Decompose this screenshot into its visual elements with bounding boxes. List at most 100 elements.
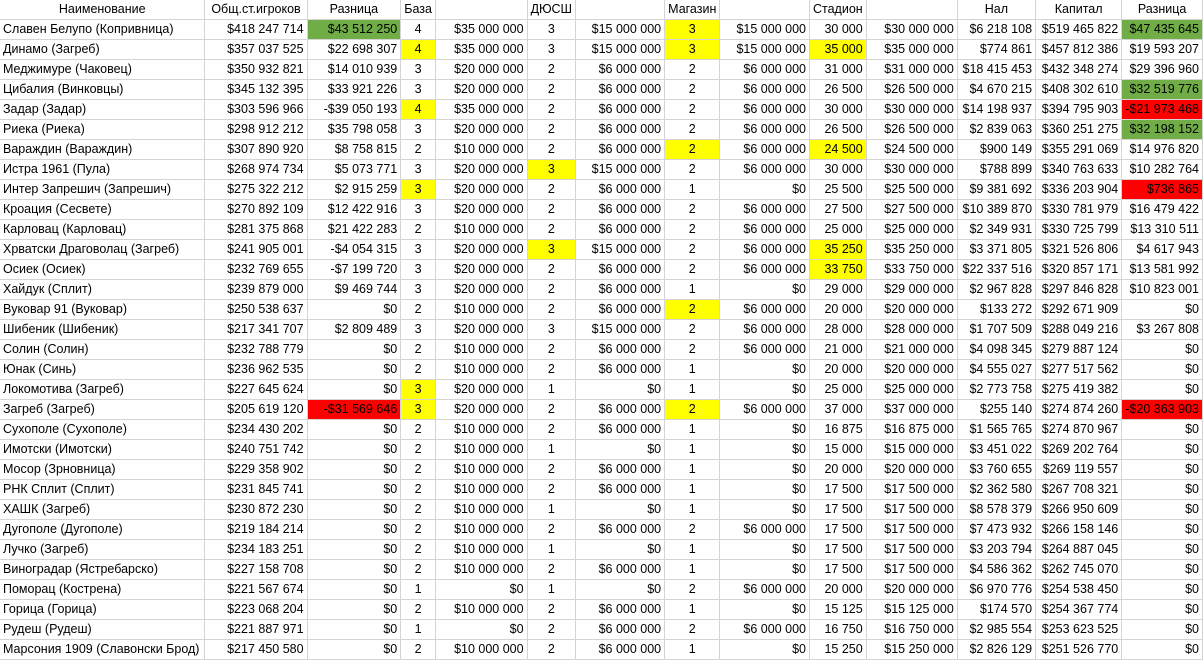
cell-capital[interactable]: $297 846 828 [1035, 279, 1123, 300]
cell-youth-level[interactable]: 2 [527, 339, 577, 360]
cell-shop-level[interactable]: 1 [664, 479, 721, 500]
cell-diff[interactable]: $35 798 058 [307, 119, 402, 140]
cell-diff-total[interactable]: $47 435 645 [1121, 19, 1203, 40]
cell-base-cost[interactable]: $20 000 000 [435, 399, 528, 420]
cell-diff[interactable]: $0 [307, 499, 402, 520]
cell-base-cost[interactable]: $10 000 000 [435, 139, 528, 160]
cell-base-level[interactable]: 1 [400, 579, 436, 600]
cell-youth-cost[interactable]: $6 000 000 [575, 79, 666, 100]
cell-capital[interactable]: $254 367 774 [1035, 599, 1123, 620]
cell-youth-level[interactable]: 1 [527, 579, 577, 600]
cell-capital[interactable]: $253 623 525 [1035, 619, 1123, 640]
cell-cash[interactable]: $255 140 [957, 399, 1037, 420]
cell-cash[interactable]: $6 970 776 [957, 579, 1037, 600]
cell-capital[interactable]: $269 202 764 [1035, 439, 1123, 460]
cell-shop-level[interactable]: 2 [664, 159, 721, 180]
cell-capital[interactable]: $360 251 275 [1035, 119, 1123, 140]
cell-stadium-cost[interactable]: $28 000 000 [866, 319, 958, 340]
cell-name[interactable]: Риека (Риека) [0, 119, 206, 140]
header-cell-base-level[interactable]: База [400, 0, 436, 20]
cell-youth-cost[interactable]: $6 000 000 [575, 639, 666, 660]
cell-stadium-cost[interactable]: $16 875 000 [866, 419, 958, 440]
cell-base-level[interactable]: 2 [400, 339, 436, 360]
cell-name[interactable]: Дугополе (Дугополе) [0, 519, 206, 540]
cell-capital[interactable]: $274 874 260 [1035, 399, 1123, 420]
cell-name[interactable]: Карловац (Карловац) [0, 219, 206, 240]
cell-youth-level[interactable]: 2 [527, 459, 577, 480]
cell-cash[interactable]: $3 371 805 [957, 239, 1037, 260]
cell-stadium-capacity[interactable]: 35 000 [809, 39, 867, 60]
header-cell-capital[interactable]: Капитал [1035, 0, 1123, 20]
cell-diff-total[interactable]: $0 [1121, 499, 1203, 520]
cell-base-level[interactable]: 2 [400, 459, 436, 480]
cell-base-cost[interactable]: $10 000 000 [435, 539, 528, 560]
cell-name[interactable]: Интер Запрешич (Запрешич) [0, 179, 206, 200]
cell-diff[interactable]: $21 422 283 [307, 219, 402, 240]
cell-total-players[interactable]: $250 538 637 [204, 299, 308, 320]
cell-youth-level[interactable]: 2 [527, 99, 577, 120]
cell-youth-level[interactable]: 2 [527, 519, 577, 540]
cell-diff-total[interactable]: $0 [1121, 439, 1203, 460]
cell-stadium-cost[interactable]: $31 000 000 [866, 59, 958, 80]
cell-youth-cost[interactable]: $6 000 000 [575, 139, 666, 160]
cell-youth-cost[interactable]: $15 000 000 [575, 159, 666, 180]
cell-shop-level[interactable]: 2 [664, 219, 721, 240]
cell-base-cost[interactable]: $20 000 000 [435, 379, 528, 400]
cell-diff-total[interactable]: $32 519 776 [1121, 79, 1203, 100]
cell-base-cost[interactable]: $10 000 000 [435, 459, 528, 480]
cell-name[interactable]: Хрватски Драговолац (Загреб) [0, 239, 206, 260]
cell-youth-cost[interactable]: $6 000 000 [575, 299, 666, 320]
cell-diff[interactable]: $0 [307, 519, 402, 540]
cell-cash[interactable]: $18 415 453 [957, 59, 1037, 80]
header-cell-shop-cost[interactable] [719, 0, 810, 20]
cell-name[interactable]: Горица (Горица) [0, 599, 206, 620]
cell-youth-level[interactable]: 2 [527, 279, 577, 300]
cell-diff[interactable]: -$7 199 720 [307, 259, 402, 280]
cell-total-players[interactable]: $230 872 230 [204, 499, 308, 520]
cell-shop-cost[interactable]: $6 000 000 [719, 339, 810, 360]
cell-stadium-capacity[interactable]: 21 000 [809, 339, 867, 360]
cell-name[interactable]: Динамо (Загреб) [0, 39, 206, 60]
cell-stadium-cost[interactable]: $30 000 000 [866, 19, 958, 40]
cell-youth-level[interactable]: 2 [527, 119, 577, 140]
header-cell-youth-level[interactable]: ДЮСШ [527, 0, 577, 20]
cell-diff[interactable]: $0 [307, 539, 402, 560]
cell-stadium-capacity[interactable]: 17 500 [809, 479, 867, 500]
cell-stadium-cost[interactable]: $20 000 000 [866, 579, 958, 600]
cell-shop-cost[interactable]: $0 [719, 419, 810, 440]
cell-base-level[interactable]: 3 [400, 319, 436, 340]
cell-base-cost[interactable]: $20 000 000 [435, 159, 528, 180]
cell-cash[interactable]: $900 149 [957, 139, 1037, 160]
cell-diff[interactable]: $43 512 250 [307, 19, 402, 40]
cell-youth-level[interactable]: 2 [527, 219, 577, 240]
cell-shop-level[interactable]: 2 [664, 399, 721, 420]
cell-total-players[interactable]: $418 247 714 [204, 19, 308, 40]
cell-youth-level[interactable]: 2 [527, 59, 577, 80]
cell-total-players[interactable]: $229 358 902 [204, 459, 308, 480]
cell-youth-level[interactable]: 2 [527, 299, 577, 320]
cell-stadium-capacity[interactable]: 27 500 [809, 199, 867, 220]
cell-youth-level[interactable]: 1 [527, 499, 577, 520]
cell-stadium-capacity[interactable]: 28 000 [809, 319, 867, 340]
cell-shop-level[interactable]: 1 [664, 279, 721, 300]
cell-base-level[interactable]: 4 [400, 99, 436, 120]
cell-base-cost[interactable]: $20 000 000 [435, 279, 528, 300]
cell-shop-level[interactable]: 1 [664, 419, 721, 440]
cell-youth-cost[interactable]: $15 000 000 [575, 319, 666, 340]
cell-shop-cost[interactable]: $6 000 000 [719, 299, 810, 320]
cell-shop-cost[interactable]: $6 000 000 [719, 239, 810, 260]
cell-capital[interactable]: $251 526 770 [1035, 639, 1123, 660]
cell-stadium-capacity[interactable]: 24 500 [809, 139, 867, 160]
cell-base-cost[interactable]: $0 [435, 619, 528, 640]
cell-shop-level[interactable]: 2 [664, 119, 721, 140]
cell-shop-level[interactable]: 2 [664, 299, 721, 320]
cell-cash[interactable]: $2 839 063 [957, 119, 1037, 140]
cell-diff-total[interactable]: $0 [1121, 299, 1203, 320]
cell-total-players[interactable]: $307 890 920 [204, 139, 308, 160]
cell-name[interactable]: Хайдук (Сплит) [0, 279, 206, 300]
cell-youth-cost[interactable]: $6 000 000 [575, 399, 666, 420]
cell-base-level[interactable]: 3 [400, 279, 436, 300]
cell-shop-level[interactable]: 2 [664, 79, 721, 100]
cell-shop-cost[interactable]: $6 000 000 [719, 579, 810, 600]
cell-stadium-capacity[interactable]: 20 000 [809, 459, 867, 480]
